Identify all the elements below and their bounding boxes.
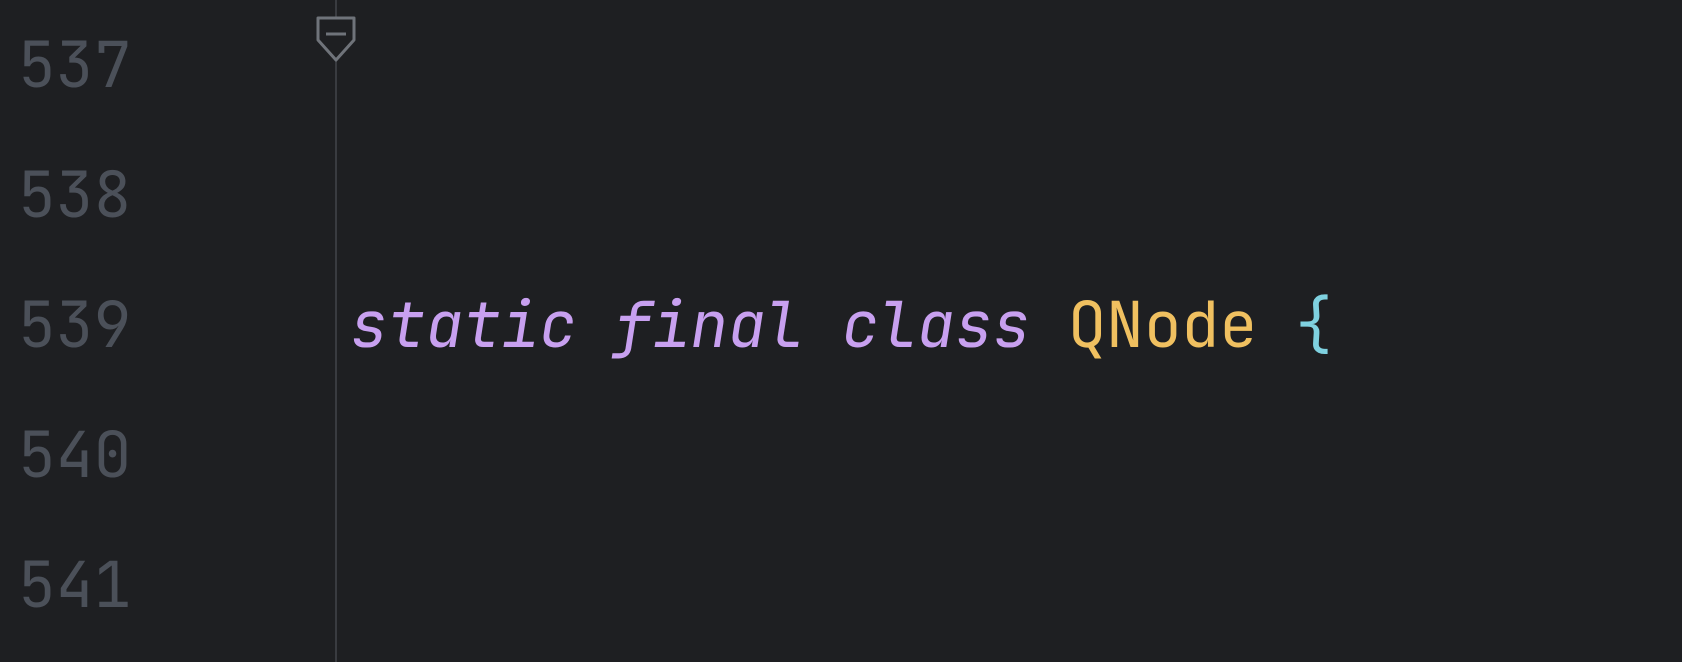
type-token: QNode	[850, 650, 1039, 662]
line-number-gutter: 537 538 539 540 541	[0, 0, 180, 662]
space	[804, 260, 842, 390]
type-token: QNode	[1068, 260, 1257, 390]
space	[812, 650, 850, 662]
identifier-token: next	[1077, 650, 1228, 662]
keyword-token: volatile	[510, 650, 812, 662]
keyword-token: static	[350, 260, 577, 390]
fold-toggle[interactable]	[316, 16, 356, 64]
code-editor[interactable]: 537 538 539 540 541 static final class Q…	[0, 0, 1682, 662]
collapse-icon	[316, 16, 356, 64]
line-number: 539	[18, 260, 180, 390]
indent-guide	[335, 0, 337, 662]
line-number: 538	[18, 130, 180, 260]
code-line[interactable]: static final class QNode {	[350, 260, 1682, 390]
space	[577, 260, 615, 390]
space	[1257, 260, 1295, 390]
punct-token: ;	[1228, 650, 1266, 662]
space	[1039, 650, 1077, 662]
space	[1030, 260, 1068, 390]
punct-token: {	[1295, 260, 1333, 390]
code-area[interactable]: static final class QNode { volatile QNod…	[350, 0, 1682, 662]
code-line[interactable]: volatile QNode next;	[350, 650, 1682, 662]
fold-gutter	[180, 0, 350, 662]
line-number: 541	[18, 520, 180, 650]
keyword-token: final	[615, 260, 804, 390]
line-number: 537	[18, 0, 180, 130]
line-number: 540	[18, 390, 180, 520]
keyword-token: class	[841, 260, 1030, 390]
